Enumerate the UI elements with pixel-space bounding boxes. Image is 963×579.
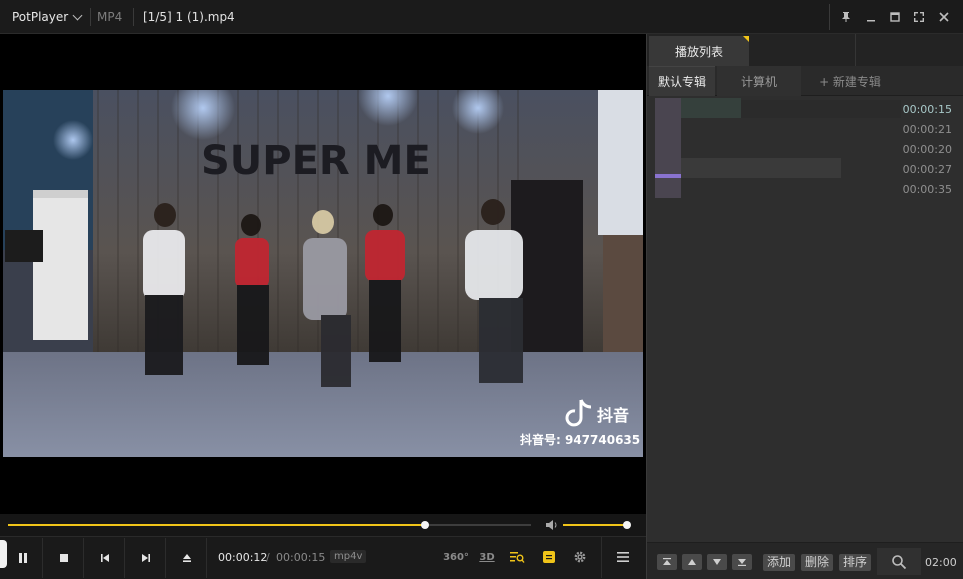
item-duration: 00:00:15 — [902, 103, 952, 116]
file-title: [1/5] 1 (1).mp4 — [143, 10, 235, 24]
video-scene: SUPER ME 抖音 抖音号: 947740635 — [3, 90, 643, 457]
minimize-icon — [867, 20, 875, 22]
format-label: MP4 — [97, 10, 123, 24]
playlist-item[interactable]: 00:00:27 — [647, 160, 963, 180]
app-menu-button[interactable]: PotPlayer — [4, 4, 89, 30]
3d-label: 3D — [479, 551, 495, 563]
stop-button[interactable] — [44, 538, 84, 578]
album-tab-computer[interactable]: 计算机 — [717, 66, 801, 96]
previous-button[interactable] — [85, 538, 125, 578]
watermark-id: 抖音号: 947740635 — [520, 432, 640, 447]
playlist-total-time: 02:00 — [925, 556, 957, 569]
maximize-icon — [890, 12, 900, 22]
minimize-button[interactable] — [858, 4, 884, 30]
add-button[interactable]: 添加 — [763, 554, 796, 571]
new-album-label: + 新建专辑 — [819, 74, 881, 89]
wall-text: SUPER ME — [201, 138, 431, 184]
album-tab-default[interactable]: 默认专辑 — [649, 66, 715, 96]
divider — [829, 4, 830, 30]
3d-button[interactable]: 3D — [476, 547, 498, 567]
fullscreen-button[interactable] — [906, 4, 932, 30]
move-top-icon — [663, 558, 671, 565]
subtitle-icon — [543, 551, 555, 563]
arrow-down-icon — [713, 559, 721, 565]
move-top-button[interactable] — [657, 554, 677, 570]
move-up-button[interactable] — [682, 554, 702, 570]
pin-icon — [842, 12, 850, 22]
search-button[interactable] — [877, 548, 921, 575]
volume-bar[interactable] — [563, 524, 627, 526]
stop-icon — [59, 554, 68, 562]
pause-button[interactable] — [3, 538, 43, 578]
close-button[interactable] — [931, 4, 957, 30]
eject-icon — [182, 554, 191, 562]
playlist-item[interactable]: 00:00:15 — [647, 100, 963, 120]
window-edge-artifact — [0, 540, 7, 568]
active-corner-marker — [743, 36, 749, 42]
previous-icon — [100, 554, 109, 562]
move-bottom-icon — [738, 559, 746, 566]
eject-button[interactable] — [167, 538, 207, 578]
next-button[interactable] — [126, 538, 166, 578]
settings-button[interactable] — [568, 547, 592, 567]
gear-icon — [574, 551, 586, 563]
divider — [855, 34, 856, 66]
hamburger-menu-icon — [617, 552, 629, 562]
delete-button[interactable]: 删除 — [801, 554, 834, 571]
divider — [601, 537, 602, 578]
playlist-item[interactable]: 00:00:35 — [647, 180, 963, 200]
album-tab-label: 计算机 — [740, 74, 777, 89]
new-album-button[interactable]: + 新建专辑 — [805, 66, 895, 96]
time-current: 00:00:12 — [218, 551, 268, 564]
time-total: 00:00:15 — [276, 551, 326, 564]
volume-handle[interactable] — [623, 521, 631, 529]
playlist-toolbar: 添加 删除 排序 02:00 — [647, 542, 963, 579]
codec-badge[interactable]: mp4v — [330, 550, 367, 563]
watermark-app: 抖音 — [597, 406, 629, 425]
pause-icon — [18, 553, 27, 563]
video-frame[interactable]: SUPER ME 抖音 抖音号: 947740635 — [3, 90, 643, 457]
playlist-header: 播放列表 — [647, 34, 963, 66]
seek-row — [0, 514, 646, 536]
volume-icon[interactable] — [545, 519, 559, 531]
album-tab-label: 默认专辑 — [657, 75, 706, 89]
move-bottom-button[interactable] — [732, 554, 752, 570]
playlist-search-button[interactable] — [506, 547, 528, 567]
vr-360-label: 360° — [443, 551, 469, 563]
seek-progress — [8, 524, 425, 526]
item-duration: 00:00:27 — [902, 163, 952, 176]
item-duration: 00:00:35 — [902, 183, 952, 196]
divider — [90, 8, 91, 26]
album-tabs: 默认专辑 计算机 + 新建专辑 — [647, 66, 963, 96]
playlist-list: 00:00:15 00:00:21 00:00:20 00:00:27 00:0… — [647, 98, 963, 558]
seek-handle[interactable] — [421, 521, 429, 529]
arrow-up-icon — [688, 559, 696, 565]
playlist-item[interactable]: 00:00:20 — [647, 140, 963, 160]
playlist-panel: 播放列表 默认专辑 计算机 + 新建专辑 00:00:15 00:00:21 0… — [646, 34, 963, 579]
close-icon — [939, 12, 949, 22]
next-icon — [141, 554, 150, 562]
divider — [133, 8, 134, 26]
tab-playlist[interactable]: 播放列表 — [649, 36, 749, 66]
video-area[interactable]: SUPER ME 抖音 抖音号: 947740635 — [0, 34, 646, 514]
title-bar: PotPlayer MP4 [1/5] 1 (1).mp4 — [0, 0, 963, 34]
playlist-item[interactable]: 00:00:21 — [647, 120, 963, 140]
pin-button[interactable] — [833, 4, 859, 30]
subtitle-button[interactable] — [538, 547, 560, 567]
menu-button[interactable] — [612, 547, 634, 567]
list-search-icon — [510, 552, 525, 563]
search-icon — [892, 554, 907, 569]
maximize-button[interactable] — [882, 4, 908, 30]
move-down-button[interactable] — [707, 554, 727, 570]
control-bar: 00:00:12 / 00:00:15 mp4v 360° 3D — [0, 536, 646, 579]
item-duration: 00:00:20 — [902, 143, 952, 156]
sort-button[interactable]: 排序 — [839, 554, 872, 571]
tab-playlist-label: 播放列表 — [674, 44, 723, 59]
item-duration: 00:00:21 — [902, 123, 952, 136]
fullscreen-icon — [914, 12, 924, 22]
time-separator: / — [266, 551, 270, 564]
vr-360-button[interactable]: 360° — [443, 547, 469, 567]
chevron-down-icon — [72, 10, 83, 21]
app-name: PotPlayer — [12, 10, 69, 24]
